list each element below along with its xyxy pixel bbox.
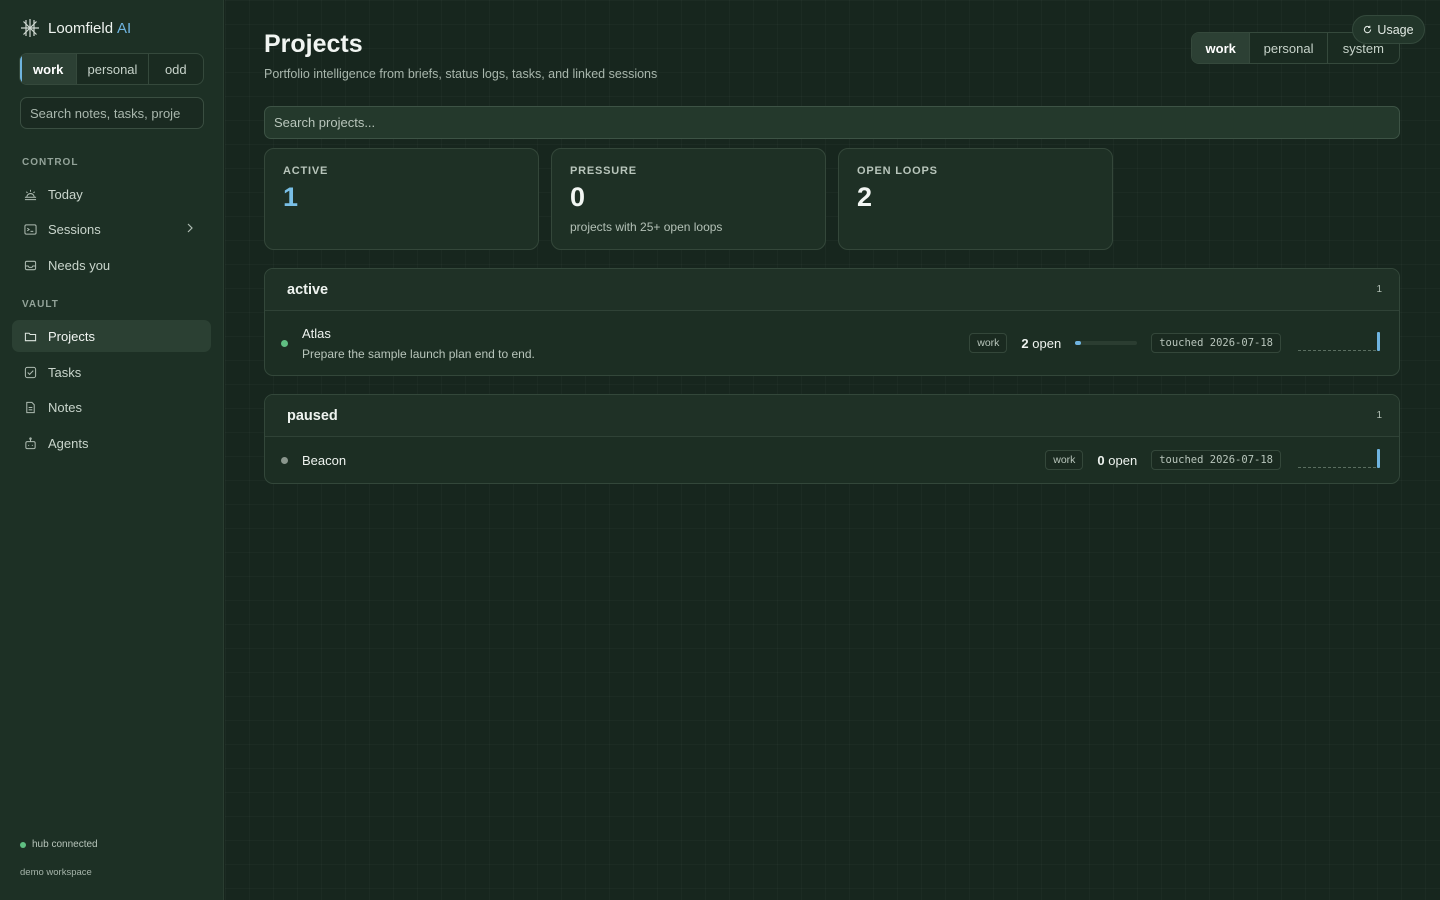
open-count-label: open: [1032, 335, 1062, 351]
stat-card-open-loops: OPEN LOOPS 2: [838, 148, 1113, 250]
document-icon: [26, 401, 35, 413]
inbox-icon: [24, 260, 37, 270]
touched-date: touched 2026-07-18: [1151, 333, 1281, 353]
project-name: Atlas: [302, 325, 331, 341]
app-name: Loomfield: [48, 19, 114, 37]
open-loops-bar-fill: [1075, 341, 1082, 345]
terminal-icon: [24, 223, 37, 235]
sidebar: LoomfieldAI work personal odd CONTROL To…: [0, 0, 224, 900]
sparkline-baseline: [1298, 467, 1376, 468]
refresh-icon: [1364, 25, 1372, 34]
open-count-number: 2: [1021, 335, 1029, 351]
nav-item-today[interactable]: Today: [12, 178, 211, 210]
brand[interactable]: Loomfield AI: [20, 18, 131, 38]
nav-item-label: Sessions: [48, 221, 101, 237]
usage-button[interactable]: Usage: [1352, 15, 1425, 44]
sidebar-search-input[interactable]: [20, 97, 204, 129]
project-tag: work: [1045, 450, 1084, 470]
section-label-vault: VAULT: [22, 299, 59, 310]
activity-sparkline: [1298, 332, 1382, 354]
usage-label: Usage: [1377, 22, 1414, 37]
project-group-paused: paused 1 Beacon work 0 open touched 2026…: [264, 394, 1400, 484]
group-header[interactable]: active 1: [265, 269, 1399, 311]
workspace-tab-odd[interactable]: odd: [147, 54, 203, 84]
scope-tab-work[interactable]: work: [1192, 33, 1250, 63]
stat-value: 2: [857, 182, 873, 212]
scope-tab-personal[interactable]: personal: [1249, 33, 1326, 63]
open-loops-bar: [1075, 341, 1138, 345]
nav-item-label: Agents: [48, 435, 89, 451]
project-name: Beacon: [302, 452, 347, 468]
open-count-number: 0: [1097, 452, 1105, 468]
workspace-name: demo workspace: [20, 867, 92, 878]
project-row[interactable]: Atlas Prepare the sample launch plan end…: [265, 311, 1399, 375]
project-description: Prepare the sample launch plan end to en…: [302, 346, 535, 361]
activity-sparkline: [1298, 449, 1382, 471]
robot-icon: [25, 436, 36, 449]
app-name-accent: AI: [117, 19, 132, 37]
project-row[interactable]: Beacon work 0 open touched 2026-07-18: [265, 437, 1399, 483]
nav-item-needs-you[interactable]: Needs you: [12, 249, 211, 281]
hub-status: hub connected: [20, 839, 98, 850]
nav-item-sessions[interactable]: Sessions: [12, 213, 211, 245]
project-status-dot: [281, 339, 288, 347]
loom-logo-icon: [21, 19, 39, 37]
hub-status-text: hub connected: [32, 839, 98, 850]
touched-date: touched 2026-07-18: [1151, 450, 1281, 470]
stat-label: OPEN LOOPS: [857, 165, 938, 177]
chevron-right-icon[interactable]: [183, 221, 197, 235]
folder-icon: [24, 332, 37, 341]
stat-card-pressure: PRESSURE 0 projects with 25+ open loops: [551, 148, 826, 250]
group-count: 1: [1376, 410, 1382, 421]
open-count-label: open: [1108, 452, 1138, 468]
nav-item-tasks[interactable]: Tasks: [12, 356, 211, 388]
project-tag: work: [969, 333, 1008, 353]
nav-item-label: Tasks: [48, 364, 82, 380]
page-subtitle: Portfolio intelligence from briefs, stat…: [264, 67, 658, 81]
nav-item-agents[interactable]: Agents: [12, 427, 211, 459]
stat-subtext: projects with 25+ open loops: [570, 220, 723, 234]
stat-value: 1: [283, 182, 299, 212]
status-dot-icon: [20, 841, 26, 848]
sparkline-baseline: [1298, 350, 1376, 351]
workspace-switcher: work personal odd: [19, 53, 204, 85]
nav-item-label: Projects: [48, 328, 95, 344]
project-status-dot: [281, 456, 288, 464]
checkbox-icon: [24, 366, 37, 378]
project-group-active: active 1 Atlas Prepare the sample launch…: [264, 268, 1400, 376]
stat-card-active: ACTIVE 1: [264, 148, 539, 250]
open-count: 2 open: [1021, 336, 1061, 351]
group-name: active: [287, 281, 329, 298]
group-count: 1: [1376, 284, 1382, 295]
main-content: Projects Portfolio intelligence from bri…: [225, 0, 1440, 900]
page-title: Projects: [264, 30, 363, 58]
stat-value: 0: [570, 182, 586, 212]
sparkline-bar: [1377, 449, 1380, 468]
nav-item-label: Needs you: [48, 257, 111, 273]
stat-label: PRESSURE: [570, 165, 637, 177]
open-count: 0 open: [1097, 453, 1137, 468]
workspace-tab-work[interactable]: work: [20, 54, 77, 84]
workspace-tab-personal[interactable]: personal: [76, 54, 147, 84]
nav-item-projects[interactable]: Projects: [12, 320, 211, 352]
sparkline-bar: [1377, 332, 1380, 351]
nav-item-notes[interactable]: Notes: [12, 391, 211, 423]
section-label-control: CONTROL: [22, 157, 79, 168]
nav-item-label: Today: [48, 186, 83, 202]
project-search-input[interactable]: [264, 106, 1400, 139]
stat-label: ACTIVE: [283, 165, 329, 177]
sun-icon: [24, 189, 37, 200]
nav-item-label: Notes: [48, 399, 82, 415]
group-header[interactable]: paused 1: [265, 395, 1399, 437]
group-name: paused: [287, 407, 338, 424]
